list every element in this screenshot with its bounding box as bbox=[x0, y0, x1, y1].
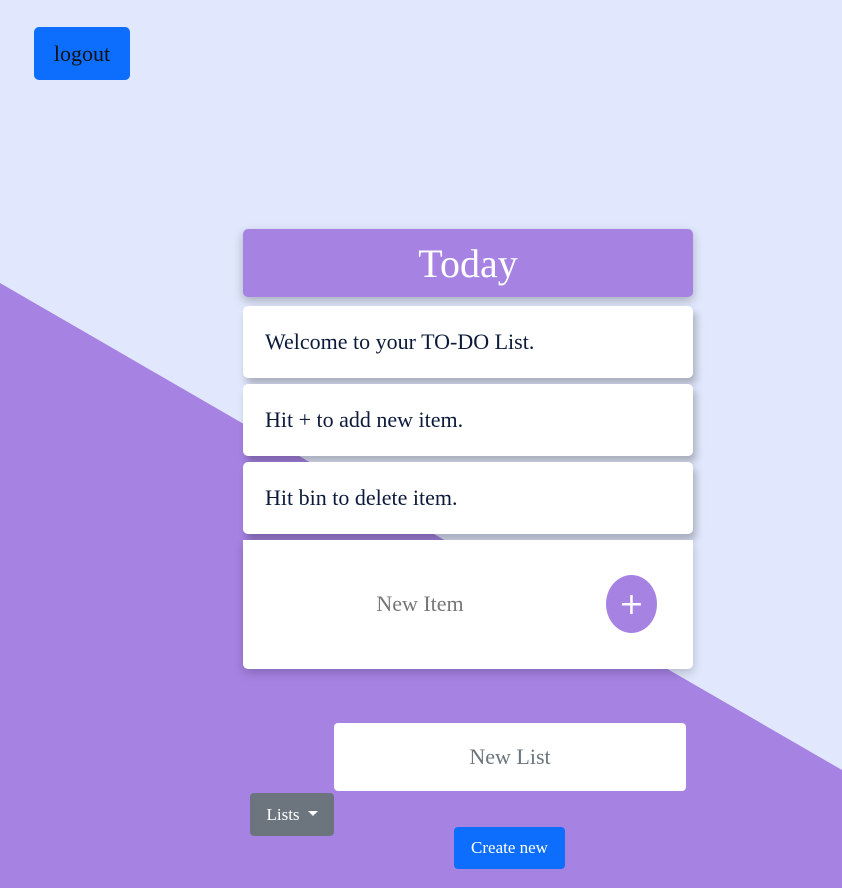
list-item-text: Welcome to your TO-DO List. bbox=[265, 329, 535, 354]
add-item-button[interactable]: + bbox=[606, 575, 657, 633]
list-item[interactable]: Welcome to your TO-DO List. bbox=[243, 306, 693, 378]
list-item[interactable]: Hit + to add new item. bbox=[243, 384, 693, 456]
logout-button[interactable]: logout bbox=[34, 27, 130, 80]
lists-dropdown-label: Lists bbox=[266, 804, 300, 824]
plus-icon: + bbox=[618, 586, 645, 622]
new-item-input[interactable] bbox=[300, 580, 540, 628]
list-item-text: Hit + to add new item. bbox=[265, 407, 464, 432]
new-list-input[interactable] bbox=[334, 723, 686, 791]
list-item[interactable]: Hit bin to delete item. bbox=[243, 462, 693, 534]
list-title: Today bbox=[243, 229, 693, 297]
lists-dropdown-button[interactable]: Lists bbox=[250, 793, 334, 836]
caret-down-icon bbox=[307, 811, 318, 816]
create-new-list-button[interactable]: Create new bbox=[454, 827, 565, 869]
list-item-text: Hit bin to delete item. bbox=[265, 485, 458, 510]
